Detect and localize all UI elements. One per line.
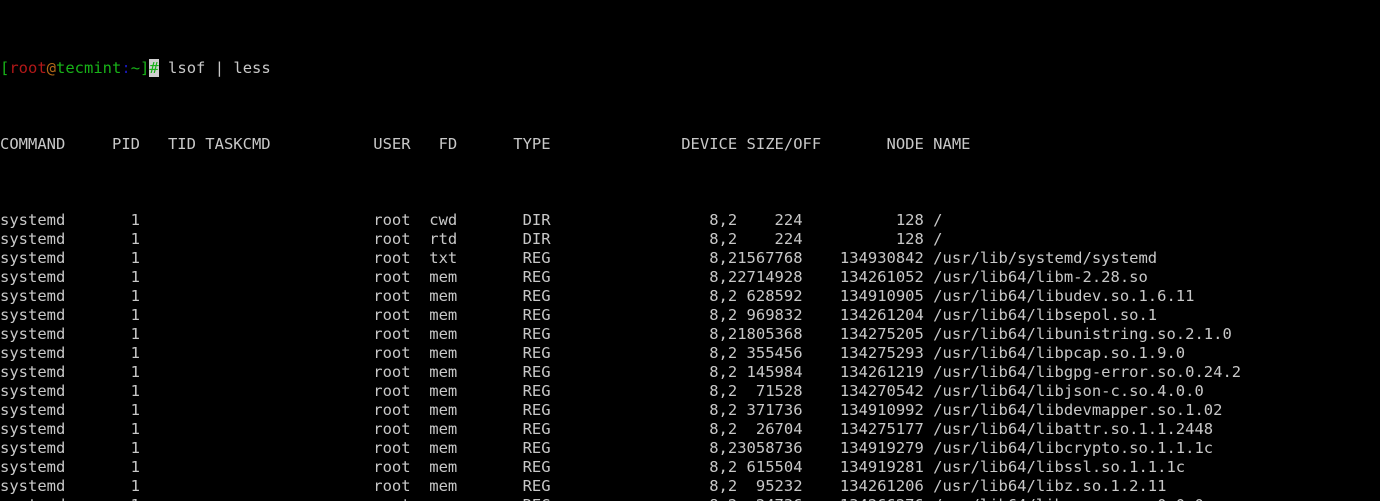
table-row: systemd 1 root cwd DIR 8,2 224 128 / (0, 211, 943, 229)
table-row: systemd 1 root txt REG 8,21567768 134930… (0, 249, 1158, 267)
table-row: systemd 1 root mem REG 8,2 145984 134261… (0, 363, 1242, 381)
prompt-at-symbol: @ (46, 59, 57, 77)
table-row: systemd 1 root rtd DIR 8,2 224 128 / (0, 230, 943, 248)
prompt-bracket-open: [ (0, 59, 10, 77)
prompt-colon: : (121, 59, 131, 77)
shell-prompt-line: [root@tecmint:~]# lsof | less (0, 59, 1380, 78)
table-row: systemd 1 root mem REG 8,2 969832 134261… (0, 306, 1158, 324)
prompt-hostname: tecmint (56, 59, 122, 77)
prompt-sigil-cursor[interactable]: # (149, 59, 159, 77)
table-row: systemd 1 root mem REG 8,2 371736 134910… (0, 401, 1223, 419)
table-row: systemd 1 root mem REG 8,2 71528 1342705… (0, 382, 1204, 400)
table-row: systemd 1 root mem REG 8,2 628592 134910… (0, 287, 1195, 305)
prompt-bracket-close: ] (140, 59, 150, 77)
table-row: systemd 1 root mem REG 8,21805368 134275… (0, 325, 1232, 343)
terminal-window[interactable]: [root@tecmint:~]# lsof | less COMMAND PI… (0, 0, 1380, 501)
table-row: systemd 1 root mem REG 8,2 24736 1342662… (0, 496, 1380, 501)
table-row: systemd 1 root mem REG 8,2 355456 134275… (0, 344, 1186, 362)
table-row: systemd 1 root mem REG 8,2 95232 1342612… (0, 477, 1167, 495)
command-input-text[interactable]: lsof | less (159, 59, 271, 77)
lsof-table-header: COMMAND PID TID TASKCMD USER FD TYPE DEV… (0, 135, 971, 153)
table-row: systemd 1 root mem REG 8,2 26704 1342751… (0, 420, 1214, 438)
table-row: systemd 1 root mem REG 8,22714928 134261… (0, 268, 1148, 286)
lsof-table-body: systemd 1 root cwd DIR 8,2 224 128 /syst… (0, 211, 1380, 501)
prompt-working-directory: ~ (130, 59, 141, 77)
table-row: systemd 1 root mem REG 8,2 615504 134919… (0, 458, 1186, 476)
table-row: systemd 1 root mem REG 8,23058736 134919… (0, 439, 1214, 457)
prompt-username: root (9, 59, 47, 77)
